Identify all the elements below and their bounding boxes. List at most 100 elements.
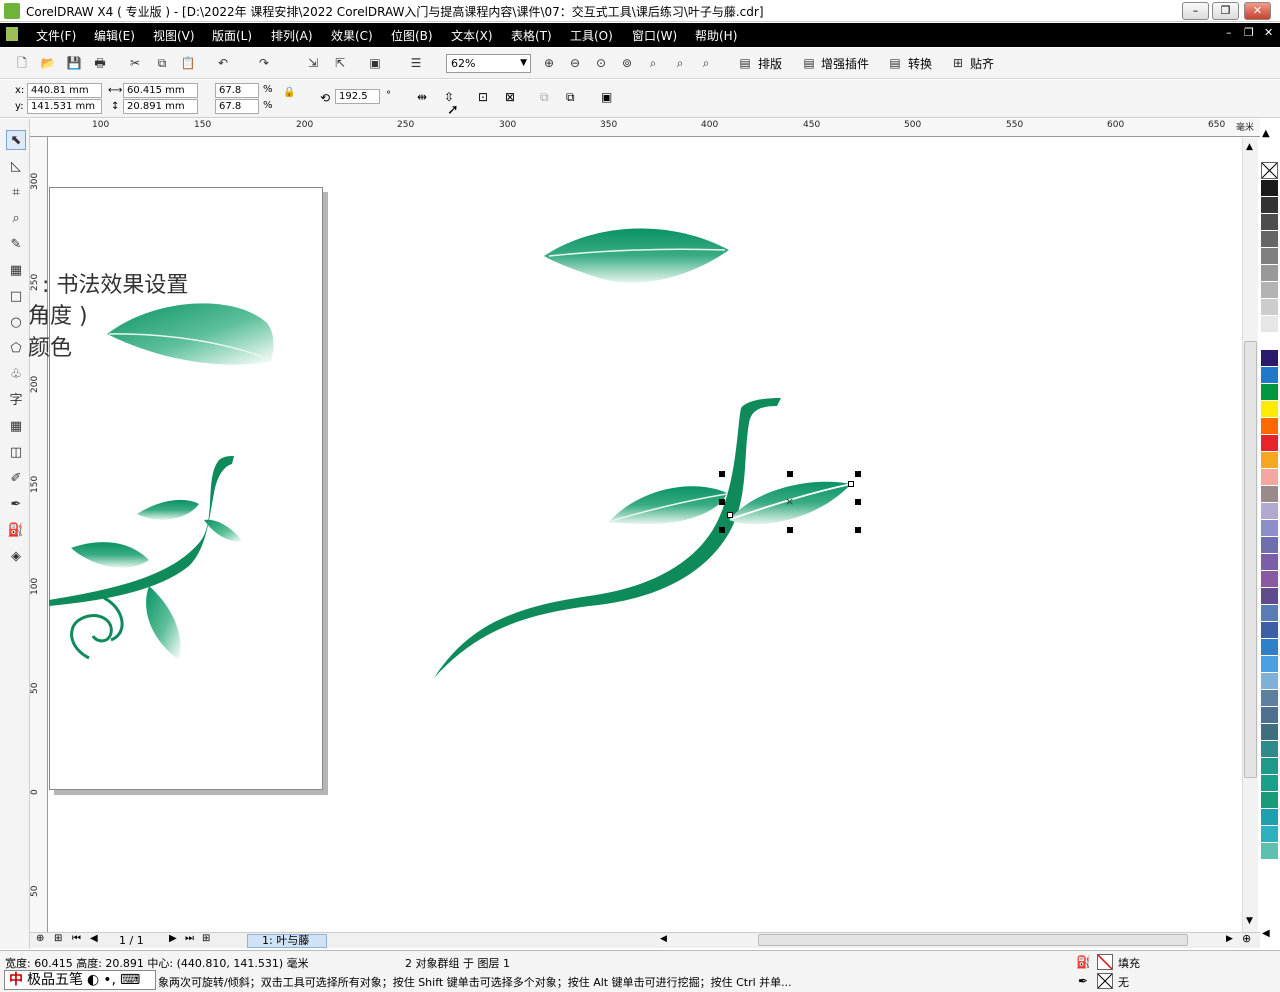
color-swatch[interactable]: [1261, 826, 1278, 843]
selection-handle[interactable]: [787, 527, 793, 533]
copy-icon[interactable]: ⧉: [154, 55, 170, 71]
outline-pen-status-icon[interactable]: ✒: [1078, 974, 1088, 988]
fill-bucket-status-icon[interactable]: ⛽: [1076, 955, 1091, 969]
navigator-icon[interactable]: ⊕: [1242, 932, 1251, 945]
color-swatch[interactable]: [1261, 707, 1278, 724]
enhance-plugin-icon[interactable]: ▤: [801, 55, 817, 71]
scroll-left-icon[interactable]: ◀: [660, 934, 667, 944]
color-swatch[interactable]: [1261, 758, 1278, 775]
mirror-horizontal-icon[interactable]: ⇹: [417, 90, 427, 104]
prev-page-icon[interactable]: ◀: [90, 933, 98, 944]
menu-tools[interactable]: 工具(O): [570, 27, 613, 44]
table-tool-icon[interactable]: ▦: [6, 417, 26, 437]
vertical-ruler[interactable]: 300 250 200 150 100 50 0 50: [30, 137, 48, 932]
menu-bitmaps[interactable]: 位图(B): [391, 27, 433, 44]
leaf-shape[interactable]: [544, 228, 729, 283]
open-folder-icon[interactable]: 📂: [40, 55, 56, 71]
drawing-canvas[interactable]: : 书法效果设置 角度 ) 颜色 ×: [28, 138, 1242, 932]
color-swatch[interactable]: [1261, 231, 1278, 248]
doc-restore-button[interactable]: ❐: [1244, 26, 1254, 39]
color-swatch[interactable]: [1261, 469, 1278, 486]
scroll-up-icon[interactable]: ▲: [1246, 142, 1253, 152]
palette-scroll-up-icon[interactable]: ▲: [1262, 128, 1270, 139]
vertical-scroll-thumb[interactable]: [1244, 341, 1257, 778]
node-handle[interactable]: [727, 512, 733, 518]
x-position-field[interactable]: 440.81 mm: [27, 83, 102, 98]
color-swatch[interactable]: [1261, 401, 1278, 418]
ime-keyboard-icon[interactable]: ⌨: [116, 972, 140, 988]
palette-expand-icon[interactable]: ◀: [1262, 928, 1270, 939]
angle-field[interactable]: 192.5: [335, 89, 380, 104]
color-swatch[interactable]: [1261, 792, 1278, 809]
application-launcher-icon[interactable]: ▣: [367, 55, 383, 71]
color-swatch[interactable]: [1261, 554, 1278, 571]
horizontal-scrollbar[interactable]: ◀ ▶: [658, 934, 1238, 946]
ime-mode-icon[interactable]: 中: [5, 972, 27, 988]
interactive-fill-icon[interactable]: ◈: [6, 547, 26, 567]
last-page-icon[interactable]: ⏭: [185, 933, 194, 944]
convert-plugin-icon[interactable]: ▤: [887, 55, 903, 71]
vertical-scrollbar[interactable]: ▲ ▼: [1242, 138, 1258, 932]
save-icon[interactable]: 💾: [66, 55, 82, 71]
color-swatch[interactable]: [1261, 197, 1278, 214]
selection-handle[interactable]: [719, 471, 725, 477]
center-marker-icon[interactable]: ×: [785, 495, 794, 508]
layout-plugin-label[interactable]: 排版: [758, 55, 782, 72]
height-field[interactable]: 20.891 mm: [123, 99, 198, 114]
welcome-screen-icon[interactable]: ☰: [408, 55, 424, 71]
horizontal-scroll-thumb[interactable]: [758, 934, 1188, 946]
zoom-level-select[interactable]: 62% ▼: [446, 54, 531, 73]
combine-icon[interactable]: ⧉: [540, 90, 549, 105]
next-page-icon[interactable]: ▶: [169, 933, 177, 944]
scale-width-field[interactable]: 67.8: [215, 83, 259, 98]
menu-view[interactable]: 视图(V): [153, 27, 195, 44]
color-swatch[interactable]: [1261, 350, 1278, 367]
color-swatch[interactable]: [1261, 435, 1278, 452]
import-icon[interactable]: ⇲: [305, 55, 321, 71]
smart-fill-icon[interactable]: ▦: [6, 261, 26, 281]
doc-close-button[interactable]: ✕: [1264, 26, 1273, 39]
zoom-page-icon[interactable]: ⌕: [645, 55, 661, 71]
menu-window[interactable]: 窗口(W): [632, 27, 677, 44]
rectangle-tool-icon[interactable]: □: [6, 287, 26, 307]
ellipse-tool-icon[interactable]: ○: [6, 313, 26, 333]
zoom-out-icon[interactable]: ⊖: [567, 55, 583, 71]
color-swatch[interactable]: [1261, 214, 1278, 231]
leaf-shape[interactable]: [609, 486, 728, 524]
interactive-blend-icon[interactable]: ◫: [6, 443, 26, 463]
restore-button[interactable]: ❐: [1212, 2, 1239, 20]
polygon-tool-icon[interactable]: ⬠: [6, 339, 26, 359]
shape-tool-icon[interactable]: ◺: [6, 157, 26, 177]
paste-icon[interactable]: 📋: [180, 55, 196, 71]
color-swatch[interactable]: [1261, 537, 1278, 554]
fill-bucket-icon[interactable]: ⛽: [6, 521, 26, 541]
color-swatch[interactable]: [1261, 282, 1278, 299]
undo-icon[interactable]: ↶: [215, 55, 231, 71]
add-page-end-icon[interactable]: ⊞: [202, 933, 210, 944]
menu-help[interactable]: 帮助(H): [695, 27, 737, 44]
color-swatch[interactable]: [1261, 384, 1278, 401]
color-swatch[interactable]: [1261, 452, 1278, 469]
print-icon[interactable]: 🖶: [92, 55, 108, 71]
color-swatch[interactable]: [1261, 333, 1278, 350]
eyedropper-icon[interactable]: ✐: [6, 469, 26, 489]
no-color-swatch[interactable]: [1261, 162, 1278, 179]
group-icon[interactable]: ⊡: [478, 90, 488, 104]
zoom-corner-icon[interactable]: ⊕: [36, 933, 44, 944]
color-swatch[interactable]: [1261, 622, 1278, 639]
break-apart-icon[interactable]: ⧉: [566, 90, 575, 105]
color-swatch[interactable]: [1261, 367, 1278, 384]
zoom-all-icon[interactable]: ⊚: [619, 55, 635, 71]
color-swatch[interactable]: [1261, 418, 1278, 435]
color-swatch[interactable]: [1261, 809, 1278, 826]
cut-icon[interactable]: ✂: [127, 55, 143, 71]
selection-handle[interactable]: [855, 527, 861, 533]
outline-pen-icon[interactable]: ✒: [6, 495, 26, 515]
color-swatch[interactable]: [1261, 316, 1278, 333]
color-swatch[interactable]: [1261, 843, 1278, 860]
snap-plugin-icon[interactable]: ⊞: [950, 55, 966, 71]
color-swatch[interactable]: [1261, 299, 1278, 316]
color-swatch[interactable]: [1261, 639, 1278, 656]
new-file-icon[interactable]: 🗋: [14, 55, 30, 71]
vine-shape[interactable]: [434, 398, 781, 678]
